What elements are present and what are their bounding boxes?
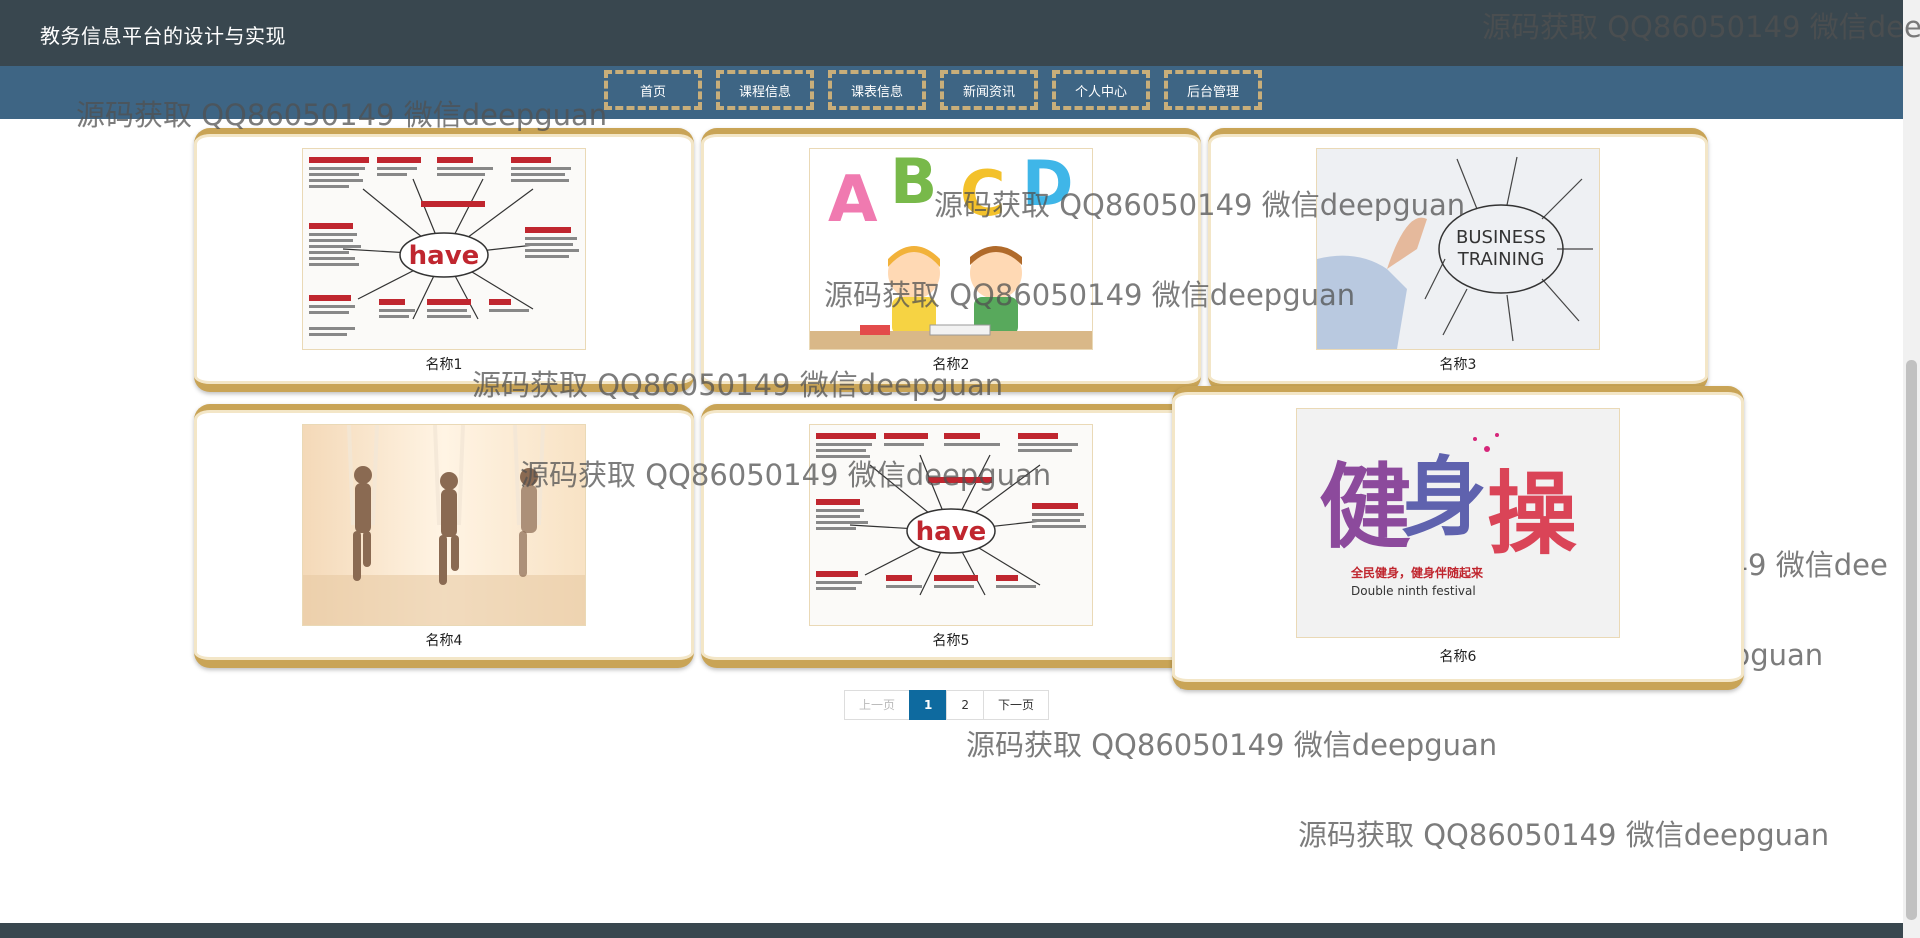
poster-subtitle: 全民健身，健身伴随起来 <box>1350 565 1484 580</box>
site-title: 教务信息平台的设计与实现 <box>40 24 286 48</box>
course-name: 名称2 <box>932 357 970 373</box>
course-name: 名称3 <box>1439 357 1477 373</box>
nav-home[interactable]: 首页 <box>604 70 702 110</box>
nav-schedule-info[interactable]: 课表信息 <box>828 70 926 110</box>
nav-list: 首页 课程信息 课表信息 新闻资讯 个人中心 后台管理 <box>604 70 1262 110</box>
course-name: 名称6 <box>1439 649 1477 665</box>
top-header-bar: 教务信息平台的设计与实现 <box>0 0 1903 66</box>
nav-personal-center[interactable]: 个人中心 <box>1052 70 1150 110</box>
mindmap-center-text: have <box>916 517 987 547</box>
svg-text:A: A <box>828 163 878 237</box>
main-nav-bar: 首页 课程信息 课表信息 新闻资讯 个人中心 后台管理 <box>0 66 1903 119</box>
next-page-button[interactable]: 下一页 <box>983 690 1050 720</box>
nav-course-info[interactable]: 课程信息 <box>716 70 814 110</box>
svg-text:C: C <box>960 157 1006 230</box>
vertical-scrollbar[interactable] <box>1903 0 1920 938</box>
svg-text:D: D <box>1022 149 1073 220</box>
prev-page-button[interactable]: 上一页 <box>844 690 911 720</box>
course-card-4[interactable]: 名称4 <box>194 404 694 668</box>
mindmap-center-text: have <box>409 241 480 271</box>
course-grid: have 名称1 A B C D 名称2 BUSINESS TRAINING 名… <box>194 128 1744 690</box>
course-card-6[interactable]: 健 身 操 全民健身，健身伴随起来 Double ninth festival … <box>1172 386 1744 690</box>
nav-news[interactable]: 新闻资讯 <box>940 70 1038 110</box>
course-card-3[interactable]: BUSINESS TRAINING 名称3 <box>1208 128 1708 392</box>
business-text: BUSINESS <box>1456 227 1546 248</box>
course-image-poster[interactable]: 健 身 操 全民健身，健身伴随起来 Double ninth festival <box>1296 408 1620 638</box>
svg-text:健: 健 <box>1319 453 1411 561</box>
page-2-button[interactable]: 2 <box>946 690 985 720</box>
page-1-button[interactable]: 1 <box>909 690 948 720</box>
course-image-business-training[interactable]: BUSINESS TRAINING <box>1316 148 1600 350</box>
course-name: 名称4 <box>425 633 463 649</box>
footer-bar <box>0 923 1903 938</box>
course-card-2[interactable]: A B C D 名称2 <box>701 128 1201 392</box>
course-image-abcd[interactable]: A B C D <box>809 148 1093 350</box>
svg-text:身: 身 <box>1401 447 1487 548</box>
nav-admin[interactable]: 后台管理 <box>1164 70 1262 110</box>
watermark-text: 源码获取 QQ86050149 微信deepguan <box>1298 818 1830 852</box>
scrollbar-thumb[interactable] <box>1906 360 1917 920</box>
course-card-5[interactable]: have 名称5 <box>701 404 1201 668</box>
svg-text:B: B <box>890 149 937 218</box>
course-image-mindmap[interactable]: have <box>302 148 586 350</box>
pagination: 上一页 1 2 下一页 <box>844 690 1050 720</box>
course-name: 名称1 <box>425 357 463 373</box>
svg-text:操: 操 <box>1487 461 1577 567</box>
poster-english: Double ninth festival <box>1351 584 1476 598</box>
course-name: 名称5 <box>932 633 970 649</box>
course-card-1[interactable]: have 名称1 <box>194 128 694 392</box>
course-image-aerial-yoga[interactable] <box>302 424 586 626</box>
course-image-mindmap[interactable]: have <box>809 424 1093 626</box>
watermark-text: 源码获取 QQ86050149 微信deepguan <box>966 728 1498 762</box>
training-text: TRAINING <box>1457 249 1545 270</box>
